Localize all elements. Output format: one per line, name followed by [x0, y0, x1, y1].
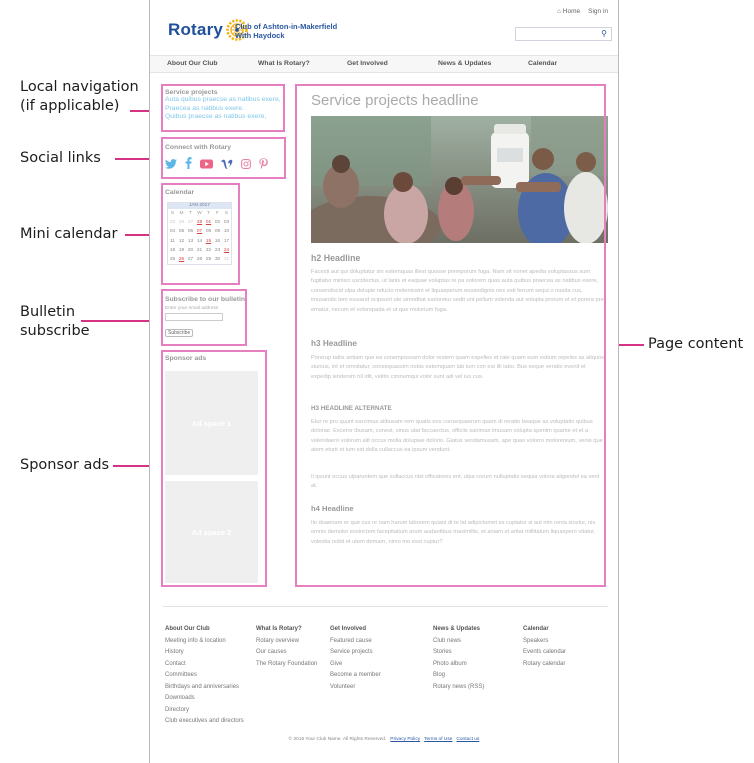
footer-link[interactable]: Stories: [433, 647, 484, 659]
footer-link[interactable]: Photo album: [433, 659, 484, 671]
footer-link[interactable]: Featured cause: [330, 636, 381, 648]
footer-column: About Our Club Meeting info & location H…: [165, 624, 244, 728]
footer-divider: [163, 606, 608, 607]
box-mini-cal: [161, 183, 240, 285]
footer-link[interactable]: Speakers: [523, 636, 566, 648]
footer-link[interactable]: Committees: [165, 670, 244, 682]
footer-link[interactable]: Rotary calendar: [523, 659, 566, 671]
callout-social: Social links: [20, 150, 101, 166]
box-content: [295, 84, 606, 587]
footer-link[interactable]: Birthdays and anniversaries: [165, 682, 244, 694]
box-social: [161, 137, 286, 179]
box-local-nav: [161, 84, 285, 132]
callout-mini-cal: Mini calendar: [20, 226, 118, 242]
footer-link[interactable]: Events calendar: [523, 647, 566, 659]
signin-link[interactable]: Sign in: [588, 8, 608, 15]
footer-link[interactable]: Rotary overview: [256, 636, 317, 648]
footer-link[interactable]: Rotary news (RSS): [433, 682, 484, 694]
search-icon[interactable]: ⚲: [601, 29, 607, 38]
nav-calendar[interactable]: Calendar: [528, 60, 557, 67]
callout-content: Page content: [648, 336, 744, 352]
callout-bulletin: Bulletin subscribe: [20, 304, 90, 339]
footer-link[interactable]: Club executives and directors: [165, 716, 244, 728]
footer-heading[interactable]: About Our Club: [165, 624, 244, 636]
home-link[interactable]: ⌂ Home: [557, 8, 580, 15]
footer-heading[interactable]: News & Updates: [433, 624, 484, 636]
footer-heading[interactable]: What Is Rotary?: [256, 624, 317, 636]
footer-link[interactable]: The Rotary Foundation: [256, 659, 317, 671]
footer-column: News & Updates Club news Stories Photo a…: [433, 624, 484, 693]
annotated-wireframe: Local navigation (if applicable) Social …: [0, 0, 754, 763]
home-icon: ⌂: [557, 8, 561, 15]
box-bulletin: [161, 289, 247, 346]
callout-local-nav: Local navigation (if applicable): [20, 79, 139, 114]
privacy-link[interactable]: Privacy Policy: [390, 737, 420, 742]
footer-column: Calendar Speakers Events calendar Rotary…: [523, 624, 566, 670]
footer-link[interactable]: Downloads: [165, 693, 244, 705]
footer-link[interactable]: Our causes: [256, 647, 317, 659]
nav-news[interactable]: News & Updates: [438, 60, 491, 67]
logo-wordmark: Rotary: [168, 20, 224, 39]
copyright-bar: © 2016 Your Club Name. All Rights Reserv…: [288, 737, 480, 742]
footer-link[interactable]: Contact: [165, 659, 244, 671]
footer-link[interactable]: History: [165, 647, 244, 659]
main-nav: About Our Club What Is Rotary? Get Invol…: [150, 55, 618, 73]
top-links: ⌂ Home Sign in: [557, 8, 608, 15]
footer-link[interactable]: Become a member: [330, 670, 381, 682]
footer-link[interactable]: Blog: [433, 670, 484, 682]
box-sponsor: [161, 350, 267, 587]
nav-what-is-rotary[interactable]: What Is Rotary?: [258, 60, 310, 67]
footer-link[interactable]: Service projects: [330, 647, 381, 659]
club-name: Club of Ashton-in-Makerfield With Haydoc…: [235, 22, 338, 40]
callout-sponsor: Sponsor ads: [20, 457, 110, 473]
nav-about[interactable]: About Our Club: [167, 60, 218, 67]
footer-link[interactable]: Directory: [165, 705, 244, 717]
footer-link[interactable]: Meeting info & location: [165, 636, 244, 648]
footer-column: What Is Rotary? Rotary overview Our caus…: [256, 624, 317, 670]
terms-link[interactable]: Terms of Use: [424, 737, 452, 742]
nav-get-involved[interactable]: Get Involved: [347, 60, 388, 67]
contact-link[interactable]: Contact us: [456, 737, 479, 742]
footer-link[interactable]: Give: [330, 659, 381, 671]
search-input[interactable]: ⚲: [515, 27, 612, 41]
footer-column: Get Involved Featured cause Service proj…: [330, 624, 381, 693]
footer-heading[interactable]: Get Involved: [330, 624, 381, 636]
footer-link[interactable]: Volunteer: [330, 682, 381, 694]
footer-heading[interactable]: Calendar: [523, 624, 566, 636]
footer-link[interactable]: Club news: [433, 636, 484, 648]
